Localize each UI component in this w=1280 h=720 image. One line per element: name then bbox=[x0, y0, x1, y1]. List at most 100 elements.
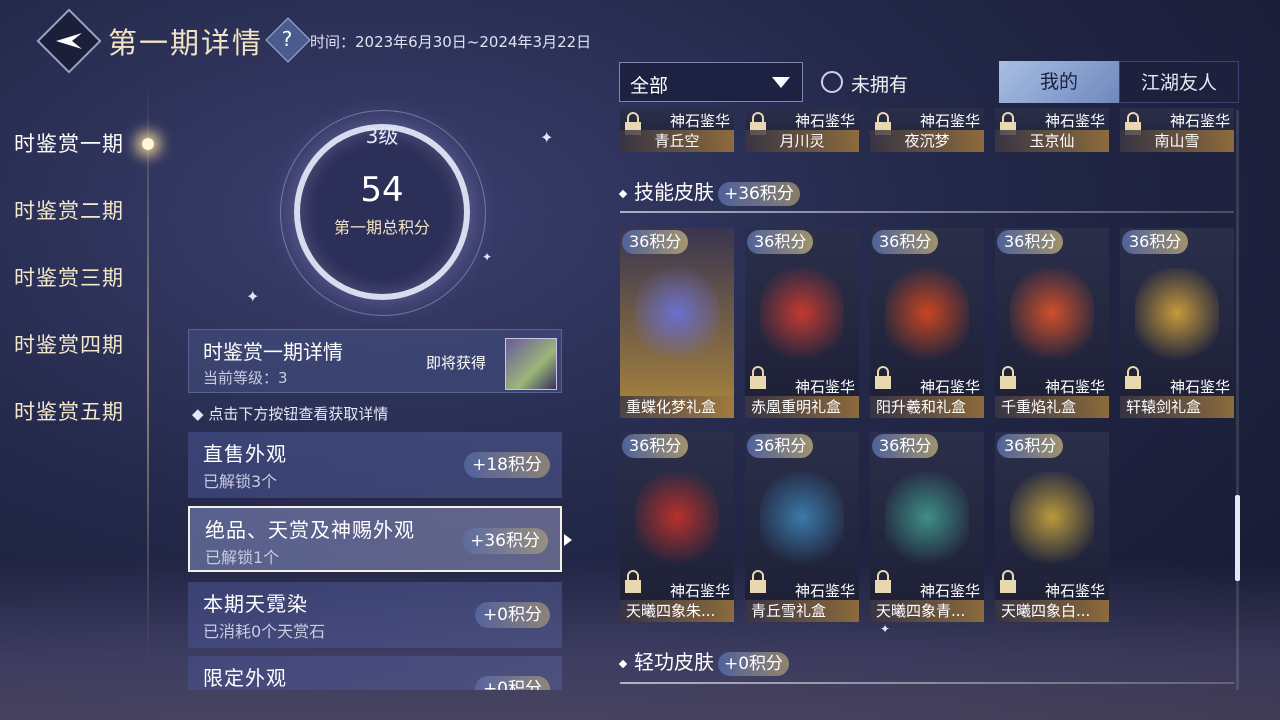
bullet-icon bbox=[618, 659, 628, 668]
period-detail-panel[interactable]: 时鉴赏一期详情 当前等级：3 即将获得 bbox=[188, 329, 562, 393]
card-points: 36积分 bbox=[872, 230, 939, 254]
skill-skin-card[interactable]: 36积分 神石鉴华 天曦四象朱... bbox=[620, 432, 734, 622]
card-points: 36积分 bbox=[747, 230, 814, 254]
card-name: 天曦四象朱... bbox=[620, 600, 734, 622]
category-title: 限定外观 bbox=[203, 666, 287, 690]
nav-item-period-5[interactable]: 时鉴赏五期 bbox=[14, 388, 124, 455]
section-divider bbox=[620, 211, 1234, 213]
level-label: 3级 bbox=[365, 124, 399, 148]
card-tag: 神石鉴华 bbox=[794, 112, 855, 130]
category-sub: 已解锁3个 bbox=[203, 472, 278, 491]
bullet-icon bbox=[618, 189, 628, 198]
sparkle-icon: ✦ bbox=[482, 250, 493, 264]
card-tag: 神石鉴华 bbox=[669, 112, 730, 130]
skin-art bbox=[885, 472, 969, 572]
card-tag: 神石鉴华 bbox=[919, 112, 980, 130]
lock-icon bbox=[875, 366, 891, 389]
outfit-card[interactable]: 神石鉴华 南山雪 bbox=[1120, 108, 1234, 152]
scrollbar-track[interactable] bbox=[1236, 110, 1239, 690]
not-owned-label[interactable]: 未拥有 bbox=[851, 70, 908, 97]
card-tag: 神石鉴华 bbox=[1044, 582, 1105, 600]
category-dye[interactable]: 本期天霓染 已消耗0个天赏石 +0积分 bbox=[188, 582, 562, 648]
card-name: 赤凰重明礼盒 bbox=[745, 396, 859, 418]
card-points: 36积分 bbox=[1122, 230, 1189, 254]
hint-text: ◆ 点击下方按钮查看获取详情 bbox=[192, 405, 389, 423]
upcoming-reward-thumbnail[interactable] bbox=[505, 338, 557, 390]
card-points: 36积分 bbox=[997, 230, 1064, 254]
card-tag: 神石鉴华 bbox=[1044, 378, 1105, 396]
outfit-card[interactable]: 神石鉴华 月川灵 bbox=[745, 108, 859, 152]
category-sub: 已解锁1个 bbox=[205, 548, 280, 567]
hint-label: 点击下方按钮查看获取详情 bbox=[208, 405, 389, 423]
card-name: 青丘雪礼盒 bbox=[745, 600, 859, 622]
card-points: 36积分 bbox=[872, 434, 939, 458]
lock-icon bbox=[875, 570, 891, 593]
category-title: 绝品、天赏及神赐外观 bbox=[205, 518, 415, 542]
tab-mine[interactable]: 我的 bbox=[999, 61, 1119, 103]
page-title: 第一期详情 bbox=[108, 26, 264, 60]
skill-skin-card[interactable]: 36积分 神石鉴华 青丘雪礼盒 bbox=[745, 432, 859, 622]
section-points: +36积分 bbox=[718, 181, 800, 206]
card-points: 36积分 bbox=[622, 230, 689, 254]
nav-item-period-3[interactable]: 时鉴赏三期 bbox=[14, 254, 124, 321]
skill-skin-card[interactable]: 36积分神石鉴华 赤凰重明礼盒 bbox=[745, 228, 859, 418]
card-tag: 神石鉴华 bbox=[794, 378, 855, 396]
category-title: 直售外观 bbox=[203, 442, 287, 466]
sparkle-icon: ✦ bbox=[540, 128, 554, 147]
lock-icon bbox=[1125, 366, 1141, 389]
sparkle-icon: ✦ bbox=[880, 622, 891, 636]
card-points: 36积分 bbox=[997, 434, 1064, 458]
category-premium[interactable]: 绝品、天赏及神赐外观 已解锁1个 +36积分 bbox=[188, 506, 562, 572]
nav-active-indicator bbox=[142, 138, 154, 150]
filter-value: 全部 bbox=[630, 75, 669, 97]
upcoming-label: 即将获得 bbox=[426, 354, 487, 372]
category-title: 本期天霓染 bbox=[203, 592, 308, 616]
category-sub: 已消耗0个天赏石 bbox=[203, 622, 326, 641]
card-name: 月川灵 bbox=[745, 130, 859, 152]
selected-arrow-icon bbox=[564, 534, 572, 546]
outfit-card[interactable]: 神石鉴华 青丘空 bbox=[620, 108, 734, 152]
nav-item-period-2[interactable]: 时鉴赏二期 bbox=[14, 187, 124, 254]
tab-friends[interactable]: 江湖友人 bbox=[1119, 61, 1239, 103]
card-name: 南山雪 bbox=[1120, 130, 1234, 152]
skill-skin-card[interactable]: 36积分 重蝶化梦礼盒 bbox=[620, 228, 734, 418]
category-limited[interactable]: 限定外观 +0积分 bbox=[188, 656, 562, 690]
card-name: 天曦四象白... bbox=[995, 600, 1109, 622]
skill-skin-card[interactable]: 36积分神石鉴华 轩辕剑礼盒 bbox=[1120, 228, 1234, 418]
card-tag: 神石鉴华 bbox=[1169, 378, 1230, 396]
period-nav: 时鉴赏一期 时鉴赏二期 时鉴赏三期 时鉴赏四期 时鉴赏五期 bbox=[14, 120, 124, 455]
detail-title: 时鉴赏一期详情 bbox=[203, 340, 343, 364]
category-points: +36积分 bbox=[462, 528, 548, 554]
outfit-card[interactable]: 神石鉴华 夜沉梦 bbox=[870, 108, 984, 152]
scrollbar-thumb[interactable] bbox=[1235, 495, 1240, 581]
nav-item-period-4[interactable]: 时鉴赏四期 bbox=[14, 321, 124, 388]
skin-art bbox=[760, 268, 844, 368]
card-name: 天曦四象青... bbox=[870, 600, 984, 622]
card-name: 轩辕剑礼盒 bbox=[1120, 396, 1234, 418]
time-range: 时间：2023年6月30日~2024年3月22日 bbox=[310, 33, 592, 51]
sparkle-icon: ✦ bbox=[246, 287, 260, 306]
skill-skin-card[interactable]: 36积分神石鉴华 千重焰礼盒 bbox=[995, 228, 1109, 418]
skin-art bbox=[885, 268, 969, 368]
skill-skin-card[interactable]: 36积分 神石鉴华 阳升羲和礼盒 bbox=[870, 228, 984, 418]
outfit-card[interactable]: 神石鉴华 玉京仙 bbox=[995, 108, 1109, 152]
total-score: 54 bbox=[360, 170, 404, 210]
card-name: 千重焰礼盒 bbox=[995, 396, 1109, 418]
section-qinggong-skins: 轻功皮肤 +0积分 bbox=[618, 646, 790, 676]
card-name: 夜沉梦 bbox=[870, 130, 984, 152]
card-tag: 神石鉴华 bbox=[794, 582, 855, 600]
lock-icon bbox=[750, 366, 766, 389]
not-owned-radio[interactable] bbox=[821, 71, 843, 93]
card-tag: 神石鉴华 bbox=[1044, 112, 1105, 130]
skill-skin-card[interactable]: 36积分神石鉴华 天曦四象白... bbox=[995, 432, 1109, 622]
filter-dropdown[interactable]: 全部 bbox=[619, 62, 803, 102]
section-title: 轻功皮肤 bbox=[634, 650, 714, 674]
card-tag: 神石鉴华 bbox=[669, 582, 730, 600]
skill-skin-card[interactable]: 36积分 神石鉴华 天曦四象青... bbox=[870, 432, 984, 622]
category-direct-sale[interactable]: 直售外观 已解锁3个 +18积分 bbox=[188, 432, 562, 498]
section-points: +0积分 bbox=[718, 651, 790, 676]
skin-art bbox=[1135, 268, 1219, 368]
nav-item-period-1[interactable]: 时鉴赏一期 bbox=[14, 120, 124, 187]
section-divider bbox=[620, 682, 1234, 684]
skin-art bbox=[635, 472, 719, 572]
